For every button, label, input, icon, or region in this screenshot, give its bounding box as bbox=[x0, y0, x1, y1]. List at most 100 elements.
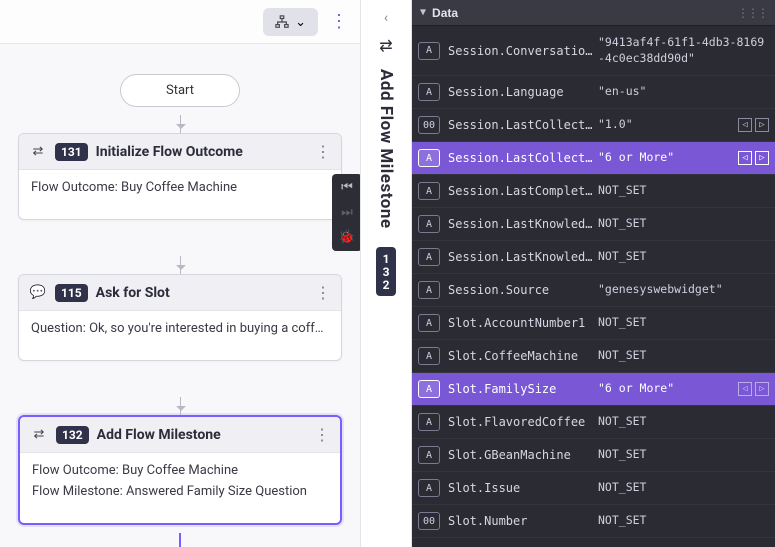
variable-name: Slot.Number bbox=[448, 514, 598, 528]
variable-value: NOT_SET bbox=[598, 183, 769, 199]
collapse-left-icon[interactable]: ‹ bbox=[384, 10, 388, 26]
debug-controls: ⏮ ⏭ 🐞 bbox=[332, 174, 360, 251]
variable-row[interactable]: ASession.LastKnowledgeAn…NOT_SET bbox=[412, 208, 775, 241]
type-badge: 00 bbox=[418, 116, 440, 134]
variable-row[interactable]: ASession.LastCollectionU…"6 or More"◁▷ bbox=[412, 142, 775, 175]
variable-row[interactable]: A Slot.FamilySize"6 or More" ◁▷ bbox=[412, 373, 775, 406]
variable-name: Session.LastCompletedIn… bbox=[448, 184, 598, 198]
variable-name: Session.Language bbox=[448, 85, 598, 99]
node-menu-button[interactable]: ⋮ bbox=[315, 142, 331, 161]
flow-node[interactable]: ⇄ 131 Initialize Flow Outcome ⋮ Flow Outc… bbox=[18, 133, 342, 220]
variable-row[interactable]: ASlot.CoffeeMachineNOT_SET bbox=[412, 340, 775, 373]
node-menu-button[interactable]: ⋮ bbox=[314, 425, 330, 444]
node-title: Initialize Flow Outcome bbox=[96, 144, 243, 160]
type-badge: A bbox=[418, 446, 440, 464]
canvas-more-button[interactable]: ⋮ bbox=[326, 7, 352, 36]
variable-row[interactable]: ASession.LastCompletedIn…NOT_SET bbox=[412, 175, 775, 208]
flow-node-body: Question: Ok, so you're interested in bu… bbox=[19, 311, 341, 360]
variable-value: "en-us" bbox=[598, 84, 769, 100]
variable-value: "genesyswebwidget" bbox=[598, 282, 769, 298]
variable-value: NOT_SET bbox=[598, 447, 769, 463]
variable-row[interactable]: A Slot.AccountNumber1NOT_SET bbox=[412, 307, 775, 340]
prev-value-button[interactable]: ◁ bbox=[738, 382, 752, 396]
node-number-badge: 115 bbox=[55, 284, 88, 302]
prev-value-button[interactable]: ◁ bbox=[738, 151, 752, 165]
variable-value: "9413af4f-61f1-4db3-8169-4c0ec38dd90d" bbox=[598, 35, 769, 66]
type-badge: A bbox=[418, 248, 440, 266]
next-value-button[interactable]: ▷ bbox=[755, 382, 769, 396]
prev-value-button[interactable]: ◁ bbox=[738, 118, 752, 132]
data-panel: ▼ Data ⋮⋮⋮ A Session.ConversationId"9413a… bbox=[412, 0, 775, 547]
flow-node[interactable]: 💬 115 Ask for Slot ⋮ Question: Ok, so you… bbox=[18, 274, 342, 361]
type-badge: A bbox=[418, 413, 440, 431]
drag-grip-icon[interactable]: ⋮⋮⋮ bbox=[737, 6, 767, 20]
variable-name: Session.LastCollectionC… bbox=[448, 118, 598, 132]
start-node[interactable]: Start bbox=[120, 74, 240, 107]
data-panel-header[interactable]: ▼ Data ⋮⋮⋮ bbox=[412, 0, 775, 26]
variable-name: Slot.FamilySize bbox=[448, 382, 598, 396]
value-nav: ◁▷ bbox=[738, 151, 769, 165]
type-badge: 00 bbox=[418, 512, 440, 530]
variable-name: Session.ConversationId bbox=[448, 44, 598, 58]
type-badge: A bbox=[418, 380, 440, 398]
shuffle-icon: ⇄ bbox=[30, 427, 48, 442]
variable-value: "6 or More" bbox=[598, 381, 734, 397]
type-badge: A bbox=[418, 149, 440, 167]
variable-value: "1.0" bbox=[598, 117, 734, 133]
flow-canvas[interactable]: Start ⇄ 131 Initialize Flow Outcome ⋮ Flo… bbox=[0, 44, 360, 547]
view-mode-dropdown[interactable]: ⌄ bbox=[263, 8, 318, 36]
type-badge: A bbox=[418, 281, 440, 299]
variable-value: NOT_SET bbox=[598, 480, 769, 496]
variable-row[interactable]: 00 Slot.NumberNOT_SET bbox=[412, 505, 775, 538]
flow-arrow-active bbox=[179, 533, 181, 547]
variable-name: Session.LastKnowledgeQu… bbox=[448, 250, 598, 264]
variable-row[interactable]: ASlot.GBeanMachineNOT_SET bbox=[412, 439, 775, 472]
variable-row[interactable]: 00 Session.LastCollectionC…"1.0" ◁▷ bbox=[412, 109, 775, 142]
flow-node-body: Flow Outcome: Buy Coffee Machine bbox=[19, 170, 341, 219]
flow-node-header: ⇄ 132 Add Flow Milestone ⋮ bbox=[20, 417, 340, 453]
variable-row[interactable]: ASession.Language"en-us" bbox=[412, 76, 775, 109]
selected-node-title: Add Flow Milestone bbox=[376, 69, 396, 229]
bug-icon[interactable]: 🐞 bbox=[339, 230, 355, 245]
data-panel-title: Data bbox=[432, 6, 458, 20]
variable-value: NOT_SET bbox=[598, 315, 769, 331]
shuffle-icon: ⇄ bbox=[379, 36, 392, 55]
shuffle-icon: ⇄ bbox=[29, 144, 47, 159]
variable-name: Slot.AccountNumber1 bbox=[448, 316, 598, 330]
chat-icon: 💬 bbox=[29, 285, 47, 300]
type-badge: A bbox=[418, 215, 440, 233]
variable-row[interactable]: ASlot.FlavoredCoffeeNOT_SET bbox=[412, 406, 775, 439]
next-value-button[interactable]: ▷ bbox=[755, 151, 769, 165]
chevron-down-icon: ⌄ bbox=[295, 14, 306, 30]
step-back-icon[interactable]: ⏮ bbox=[341, 180, 353, 195]
type-badge: A bbox=[418, 42, 440, 60]
variable-name: Session.LastCollectionU… bbox=[448, 151, 598, 165]
node-number-badge: 131 bbox=[55, 143, 88, 161]
node-title: Add Flow Milestone bbox=[97, 427, 221, 443]
node-property-line: Flow Milestone: Answered Family Size Que… bbox=[32, 484, 328, 499]
variable-value: NOT_SET bbox=[598, 216, 769, 232]
type-badge: A bbox=[418, 347, 440, 365]
node-title: Ask for Slot bbox=[96, 285, 170, 301]
variable-value: NOT_SET bbox=[598, 414, 769, 430]
node-number-badge: 132 bbox=[56, 426, 89, 444]
node-property-line: Flow Outcome: Buy Coffee Machine bbox=[31, 180, 329, 195]
type-badge: A bbox=[418, 314, 440, 332]
flow-node-body: Flow Outcome: Buy Coffee MachineFlow Mil… bbox=[20, 453, 340, 523]
variable-row[interactable]: A Session.ConversationId"9413af4f-61f1-4d… bbox=[412, 26, 775, 76]
variable-row[interactable]: ASlot.IssueNOT_SET bbox=[412, 472, 775, 505]
variable-name: Slot.CoffeeMachine bbox=[448, 349, 598, 363]
next-value-button[interactable]: ▷ bbox=[755, 118, 769, 132]
inspector-collapsed-pane: ‹ ⇄ Add Flow Milestone 132 bbox=[360, 0, 412, 547]
variable-row[interactable]: ASession.LastKnowledgeQu…NOT_SET bbox=[412, 241, 775, 274]
disclosure-triangle-icon[interactable]: ▼ bbox=[420, 7, 426, 18]
variable-row[interactable]: ASession.Source"genesyswebwidget" bbox=[412, 274, 775, 307]
flow-arrow bbox=[180, 397, 181, 415]
value-nav: ◁▷ bbox=[738, 118, 769, 132]
step-forward-icon[interactable]: ⏭ bbox=[341, 205, 353, 220]
flow-node[interactable]: ⇄ 132 Add Flow Milestone ⋮Flow Outcome: … bbox=[18, 415, 342, 525]
selected-node-badge: 132 bbox=[376, 247, 396, 296]
tree-icon bbox=[275, 15, 289, 29]
variable-value: NOT_SET bbox=[598, 513, 769, 529]
node-menu-button[interactable]: ⋮ bbox=[315, 283, 331, 302]
